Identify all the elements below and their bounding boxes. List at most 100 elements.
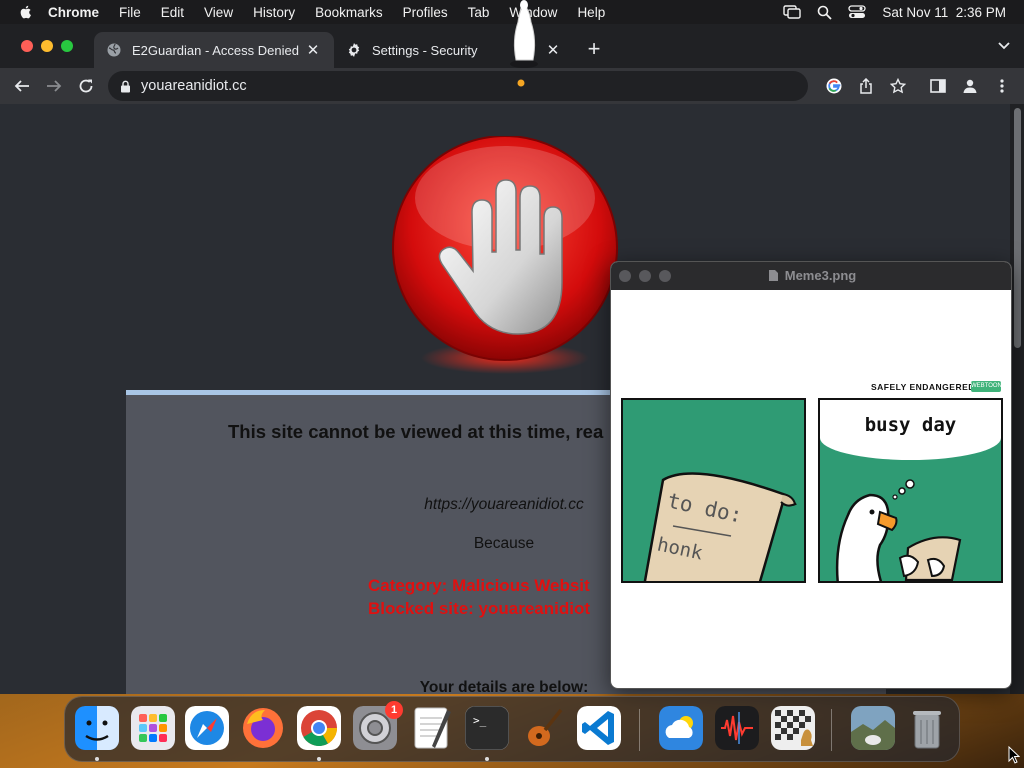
- menu-edit[interactable]: Edit: [161, 5, 184, 20]
- bookmark-button[interactable]: [888, 76, 908, 96]
- reload-button[interactable]: [76, 76, 96, 96]
- spotlight-search-icon[interactable]: [817, 5, 833, 20]
- dock-firefox[interactable]: [241, 706, 285, 750]
- desktop-goose[interactable]: [506, 0, 542, 90]
- chess-board-icon: [771, 706, 815, 750]
- google-lens-button[interactable]: [824, 76, 844, 96]
- comic-brand: SAFELY ENDANGERED: [871, 382, 975, 392]
- dock-launchpad[interactable]: [131, 706, 175, 750]
- control-center-icon[interactable]: [848, 5, 867, 19]
- page-scrollbar[interactable]: [1010, 104, 1024, 694]
- block-category: Category: Malicious Websit: [368, 576, 590, 595]
- dock-separator: [639, 709, 640, 751]
- forward-button[interactable]: [44, 76, 64, 96]
- menu-view[interactable]: View: [204, 5, 233, 20]
- tab-e2guardian[interactable]: E2Guardian - Access Denied ✕: [94, 32, 334, 68]
- star-icon: [890, 78, 906, 94]
- forward-arrow-icon: [47, 80, 62, 92]
- chrome-menu-button[interactable]: [992, 76, 1012, 96]
- share-icon: [860, 78, 872, 94]
- dock-vscode[interactable]: [577, 706, 621, 750]
- scrollbar-thumb[interactable]: [1014, 108, 1021, 348]
- dock-terminal[interactable]: >_: [465, 706, 509, 750]
- preview-titlebar[interactable]: Meme3.png: [611, 262, 1011, 290]
- safari-compass-icon: [185, 706, 229, 750]
- profile-avatar-icon: [963, 79, 977, 93]
- reload-icon: [79, 79, 93, 93]
- tab-search-chevron-icon[interactable]: [998, 42, 1010, 50]
- launchpad-icon: [131, 706, 175, 750]
- lock-icon[interactable]: [120, 80, 131, 93]
- trash-icon: [913, 711, 941, 749]
- dock-chrome[interactable]: [297, 706, 341, 750]
- textedit-icon: [414, 707, 451, 749]
- dock-voice-memos[interactable]: [715, 706, 759, 750]
- running-indicator: [485, 757, 489, 761]
- menu-chrome[interactable]: Chrome: [48, 5, 99, 20]
- preview-window: Meme3.png SAFELY ENDANGERED WEBTOON to d…: [610, 261, 1012, 689]
- photo-thumbnail-icon: [851, 706, 895, 750]
- stop-hand-icon: [392, 136, 618, 374]
- menubar-clock[interactable]: Sat Nov 11 2:36 PM: [882, 5, 1006, 20]
- guitar-icon: [528, 708, 563, 746]
- terminal-icon: >_: [465, 706, 509, 750]
- apple-menu-icon[interactable]: [18, 4, 34, 20]
- todo-scroll-illustration: [643, 472, 797, 581]
- comic-panel-right: busy day: [818, 398, 1003, 583]
- dock-separator: [831, 709, 832, 751]
- chrome-icon: [297, 706, 341, 750]
- kebab-menu-icon: [1000, 79, 1004, 93]
- profile-button[interactable]: [960, 76, 980, 96]
- menu-help[interactable]: Help: [577, 5, 605, 20]
- running-indicator: [95, 757, 99, 761]
- mouse-cursor-icon: [1008, 746, 1020, 764]
- side-panel-button[interactable]: [928, 76, 948, 96]
- address-bar-url: youareanidiot.cc: [141, 78, 247, 94]
- menu-tab[interactable]: Tab: [468, 5, 490, 20]
- dock-textedit[interactable]: [409, 706, 453, 750]
- firefox-icon: [243, 708, 283, 748]
- weather-cloud-icon: [659, 706, 703, 750]
- dock-safari[interactable]: [185, 706, 229, 750]
- goose-reading-illustration: [835, 479, 962, 581]
- menubar-status-area: Sat Nov 11 2:36 PM: [783, 0, 1006, 24]
- preview-title: Meme3.png: [611, 268, 1011, 283]
- image-file-icon: [768, 270, 778, 281]
- gear-icon: [348, 43, 360, 57]
- tab-title: E2Guardian - Access Denied: [132, 42, 299, 58]
- macos-dock: 1 >_: [64, 696, 960, 762]
- running-indicator: [317, 757, 321, 761]
- share-button[interactable]: [856, 76, 876, 96]
- tab-close-button[interactable]: ✕: [544, 41, 562, 59]
- menu-history[interactable]: History: [253, 5, 295, 20]
- dock-trash[interactable]: [905, 706, 949, 750]
- menu-bookmarks[interactable]: Bookmarks: [315, 5, 383, 20]
- menu-file[interactable]: File: [119, 5, 141, 20]
- back-button[interactable]: [12, 76, 32, 96]
- tab-close-button[interactable]: ✕: [304, 41, 322, 59]
- dock-chess[interactable]: [771, 706, 815, 750]
- window-zoom-button[interactable]: [61, 40, 73, 52]
- finder-icon: [75, 706, 119, 750]
- window-close-button[interactable]: [21, 40, 33, 52]
- new-tab-button[interactable]: +: [582, 38, 606, 62]
- dock-finder[interactable]: [75, 706, 119, 750]
- back-arrow-icon: [14, 80, 29, 92]
- address-bar[interactable]: youareanidiot.cc: [108, 71, 808, 101]
- settings-notification-badge: 1: [385, 701, 403, 719]
- comic-panel-left: to do: honk: [621, 398, 806, 583]
- globe-icon: [107, 43, 121, 57]
- waveform-icon: [715, 706, 759, 750]
- screen-mirroring-icon[interactable]: [783, 5, 802, 19]
- dock-weather[interactable]: [659, 706, 703, 750]
- comic-brand-badge: WEBTOON: [971, 381, 1002, 392]
- dock-photo[interactable]: [851, 706, 895, 750]
- preview-title-text: Meme3.png: [784, 268, 857, 283]
- dock-garageband[interactable]: [521, 706, 565, 750]
- svg-text:>_: >_: [473, 714, 487, 727]
- side-panel-icon: [930, 79, 946, 93]
- menu-profiles[interactable]: Profiles: [403, 5, 448, 20]
- google-g-icon: [826, 78, 842, 94]
- window-minimize-button[interactable]: [41, 40, 53, 52]
- vscode-icon: [577, 706, 621, 750]
